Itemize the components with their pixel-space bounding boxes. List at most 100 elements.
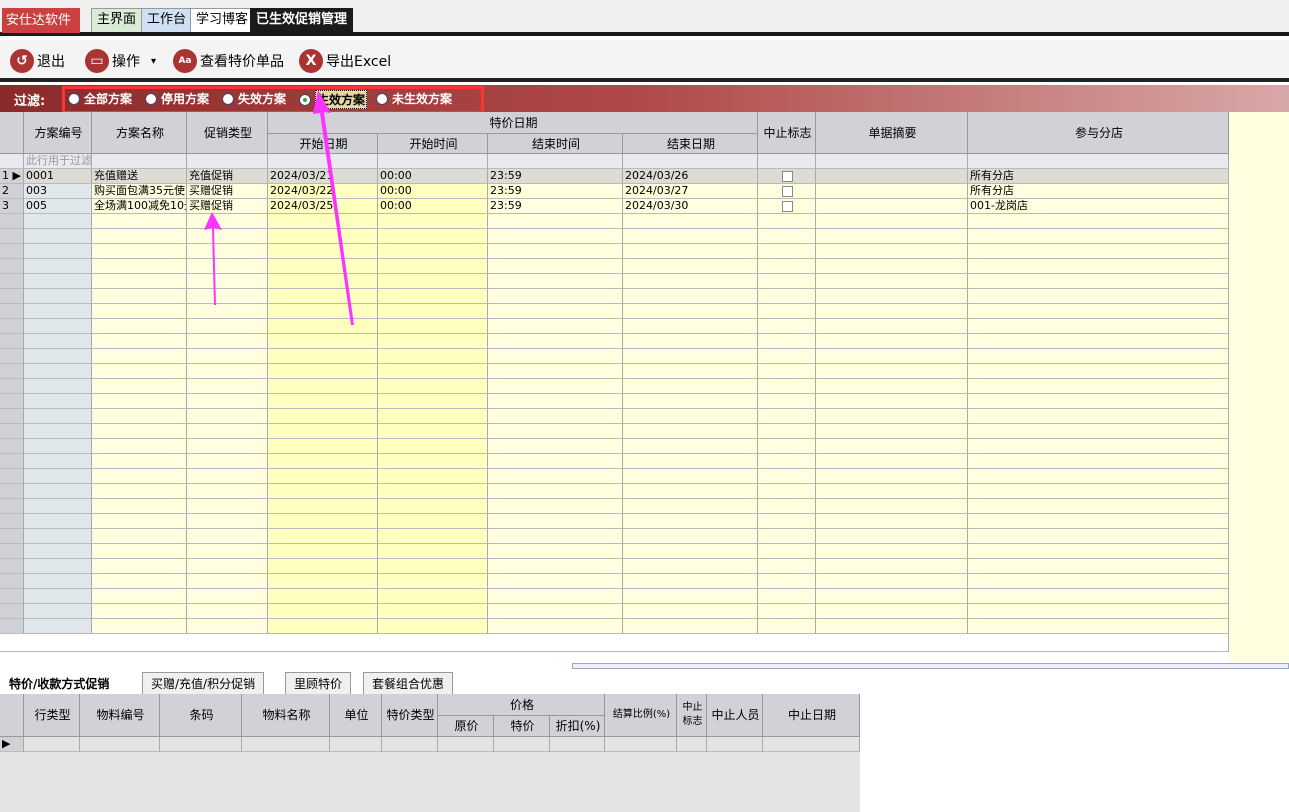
grid-cell[interactable] <box>488 304 623 319</box>
grid-cell[interactable] <box>378 244 488 259</box>
grid-cell[interactable] <box>187 319 268 334</box>
tab-special-price[interactable]: 特价/收款方式促销 <box>0 672 119 694</box>
grid-cell[interactable] <box>24 409 92 424</box>
grid-cell[interactable]: 所有分店 <box>968 184 1229 199</box>
grid-cell[interactable] <box>92 484 187 499</box>
grid-cell[interactable] <box>378 214 488 229</box>
grid-cell[interactable] <box>758 184 816 199</box>
grid-cell[interactable] <box>24 454 92 469</box>
grid-cell[interactable] <box>92 349 187 364</box>
grid-cell[interactable] <box>488 574 623 589</box>
grid-cell[interactable] <box>378 424 488 439</box>
grid-cell[interactable] <box>968 259 1229 274</box>
filter-cell[interactable] <box>92 154 187 169</box>
grid-cell[interactable]: 充值促销 <box>187 169 268 184</box>
grid-cell[interactable] <box>92 454 187 469</box>
grid-cell[interactable] <box>758 304 816 319</box>
grid-cell[interactable] <box>24 619 92 634</box>
grid-cell[interactable] <box>968 289 1229 304</box>
grid-cell[interactable] <box>187 409 268 424</box>
grid-cell[interactable]: 2024/03/21 <box>268 169 378 184</box>
grid-cell[interactable] <box>488 424 623 439</box>
grid-cell[interactable] <box>187 304 268 319</box>
grid-cell[interactable] <box>378 514 488 529</box>
grid-cell[interactable] <box>758 289 816 304</box>
grid-cell[interactable] <box>268 349 378 364</box>
grid-cell[interactable] <box>488 259 623 274</box>
grid-cell[interactable] <box>92 409 187 424</box>
grid-cell[interactable] <box>816 469 968 484</box>
grid-cell[interactable] <box>758 484 816 499</box>
grid-cell[interactable] <box>378 439 488 454</box>
grid-cell[interactable] <box>758 244 816 259</box>
grid-cell[interactable] <box>816 319 968 334</box>
radio-disabled[interactable]: 停用方案 <box>145 90 209 107</box>
grid-cell[interactable] <box>816 424 968 439</box>
grid-cell[interactable] <box>24 514 92 529</box>
grid-cell[interactable]: 买赠促销 <box>187 184 268 199</box>
grid-cell[interactable] <box>816 514 968 529</box>
grid-cell[interactable] <box>24 484 92 499</box>
grid-cell[interactable]: 充值赠送 <box>92 169 187 184</box>
grid-cell[interactable] <box>488 379 623 394</box>
grid-cell[interactable] <box>268 214 378 229</box>
grid-cell[interactable] <box>623 589 758 604</box>
grid-cell[interactable]: 23:59 <box>488 184 623 199</box>
grid-cell[interactable] <box>488 559 623 574</box>
grid-cell[interactable] <box>968 229 1229 244</box>
grid-cell[interactable] <box>758 454 816 469</box>
grid-cell[interactable] <box>968 514 1229 529</box>
grid-cell[interactable] <box>623 604 758 619</box>
grid-cell[interactable] <box>816 484 968 499</box>
tab-active-promotions[interactable]: 已生效促销管理 <box>250 8 354 32</box>
grid-cell[interactable] <box>268 409 378 424</box>
grid-cell[interactable] <box>24 274 92 289</box>
grid-cell[interactable] <box>24 244 92 259</box>
detail-cell[interactable] <box>438 737 494 752</box>
grid-cell[interactable] <box>268 619 378 634</box>
grid-cell[interactable] <box>378 529 488 544</box>
grid-cell[interactable] <box>816 574 968 589</box>
filter-cell[interactable] <box>758 154 816 169</box>
grid-cell[interactable] <box>758 319 816 334</box>
grid-cell[interactable] <box>968 499 1229 514</box>
grid-cell[interactable] <box>187 559 268 574</box>
grid-cell[interactable] <box>24 229 92 244</box>
grid-cell[interactable] <box>187 469 268 484</box>
exit-button[interactable]: ↺ 退出 <box>10 48 65 74</box>
filter-cell[interactable] <box>816 154 968 169</box>
grid-cell[interactable] <box>378 379 488 394</box>
grid-cell[interactable] <box>758 574 816 589</box>
grid-cell[interactable] <box>187 439 268 454</box>
grid-cell[interactable] <box>378 544 488 559</box>
grid-cell[interactable] <box>968 319 1229 334</box>
grid-cell[interactable] <box>488 604 623 619</box>
grid-cell[interactable] <box>816 304 968 319</box>
grid-cell[interactable] <box>816 259 968 274</box>
grid-cell[interactable] <box>187 244 268 259</box>
grid-cell[interactable] <box>816 544 968 559</box>
grid-cell[interactable] <box>758 169 816 184</box>
grid-cell[interactable] <box>378 334 488 349</box>
grid-cell[interactable] <box>378 394 488 409</box>
stop-checkbox[interactable] <box>782 171 793 182</box>
grid-cell[interactable] <box>968 454 1229 469</box>
tab-workbench[interactable]: 工作台 <box>141 8 193 32</box>
grid-cell[interactable] <box>24 379 92 394</box>
grid-cell[interactable] <box>92 229 187 244</box>
grid-cell[interactable] <box>92 319 187 334</box>
grid-cell[interactable] <box>268 499 378 514</box>
radio-all[interactable]: 全部方案 <box>68 90 132 107</box>
grid-cell[interactable] <box>268 454 378 469</box>
grid-cell[interactable] <box>968 484 1229 499</box>
grid-cell[interactable] <box>623 274 758 289</box>
grid-cell[interactable] <box>623 259 758 274</box>
detail-cell[interactable] <box>550 737 605 752</box>
grid-cell[interactable] <box>378 349 488 364</box>
grid-cell[interactable] <box>623 364 758 379</box>
grid-cell[interactable] <box>268 274 378 289</box>
grid-cell[interactable] <box>758 214 816 229</box>
grid-cell[interactable] <box>92 589 187 604</box>
detail-cell[interactable] <box>80 737 160 752</box>
detail-cell[interactable] <box>24 737 80 752</box>
